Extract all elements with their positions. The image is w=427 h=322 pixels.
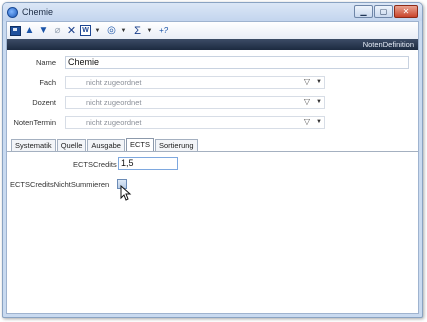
tab-ects[interactable]: ECTS	[125, 138, 154, 152]
clock-icon[interactable]: ◎	[106, 24, 117, 38]
name-row: Name Chemie	[7, 56, 418, 70]
notentermin-placeholder: nicht zugeordnet	[86, 118, 142, 127]
fach-row: Fach nicht zugeordnet ▽ ▼	[7, 76, 418, 90]
arrow-up-icon[interactable]: ▲	[24, 24, 35, 38]
dozent-placeholder: nicht zugeordnet	[86, 98, 142, 107]
close-button[interactable]: ✕	[394, 5, 418, 18]
delete-icon[interactable]: ✕	[66, 24, 77, 38]
notentermin-row: NotenTermin nicht zugeordnet ▽ ▼	[7, 116, 418, 130]
minimize-button[interactable]: ▁	[354, 5, 373, 18]
app-icon	[7, 6, 18, 18]
paperclip-icon[interactable]: ⌀	[52, 24, 63, 38]
sigma-dropdown-icon[interactable]: ▼	[144, 24, 155, 38]
filter-icon[interactable]: ▽	[304, 117, 310, 126]
form-client-area: ▲ ▼ ⌀ ✕ W ▼ ◎ ▼ Σ ▼ +? NotenDefinition N…	[6, 21, 419, 314]
filter-icon[interactable]: ▽	[304, 77, 310, 86]
title-bar[interactable]: Chemie ▁ ▢ ✕	[3, 3, 422, 21]
chevron-down-icon[interactable]: ▼	[316, 99, 322, 105]
fach-placeholder: nicht zugeordnet	[86, 78, 142, 87]
chevron-down-icon[interactable]: ▼	[316, 79, 322, 85]
tab-divider	[7, 151, 418, 152]
window-title: Chemie	[22, 7, 54, 17]
ects-not-sum-label: ECTSCreditsNichtSummieren	[10, 180, 110, 189]
app-window: Chemie ▁ ▢ ✕ ▲ ▼ ⌀ ✕ W ▼ ◎ ▼ Σ ▼ +? Note…	[2, 2, 423, 318]
dozent-select[interactable]: nicht zugeordnet ▽ ▼	[65, 96, 325, 109]
ects-credits-input[interactable]: 1,5	[118, 157, 178, 170]
name-label: Name	[35, 58, 56, 67]
mouse-pointer-icon	[120, 185, 132, 201]
maximize-button[interactable]: ▢	[374, 5, 393, 18]
notentermin-label: NotenTermin	[13, 118, 56, 127]
sigma-icon[interactable]: Σ	[132, 24, 143, 38]
filter-icon[interactable]: ▽	[304, 97, 310, 106]
ects-credits-label: ECTSCredits	[73, 160, 117, 169]
dozent-label: Dozent	[32, 98, 56, 107]
clock-dropdown-icon[interactable]: ▼	[118, 24, 129, 38]
toolbar: ▲ ▼ ⌀ ✕ W ▼ ◎ ▼ Σ ▼ +?	[7, 22, 418, 39]
word-icon[interactable]: W	[80, 25, 91, 36]
section-header: NotenDefinition	[7, 39, 418, 50]
fach-label: Fach	[39, 78, 56, 87]
help-icon[interactable]: +?	[158, 24, 169, 38]
notentermin-select[interactable]: nicht zugeordnet ▽ ▼	[65, 116, 325, 129]
arrow-down-icon[interactable]: ▼	[38, 24, 49, 38]
fach-select[interactable]: nicht zugeordnet ▽ ▼	[65, 76, 325, 89]
chevron-down-icon[interactable]: ▼	[316, 119, 322, 125]
window-controls: ▁ ▢ ✕	[353, 5, 418, 18]
name-input[interactable]: Chemie	[65, 56, 409, 69]
save-icon[interactable]	[10, 25, 21, 36]
word-dropdown-icon[interactable]: ▼	[92, 24, 103, 38]
dozent-row: Dozent nicht zugeordnet ▽ ▼	[7, 96, 418, 110]
